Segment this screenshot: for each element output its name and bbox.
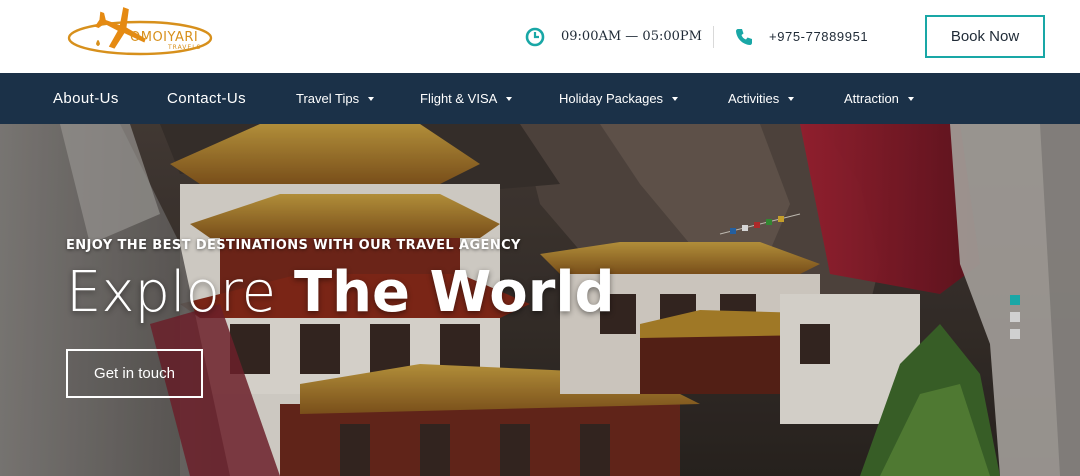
slider-dot[interactable] <box>1010 312 1020 322</box>
nav-item-attraction[interactable]: Attraction <box>844 73 914 124</box>
main-nav: About-Us Contact-Us Travel Tips Flight &… <box>0 73 1080 124</box>
clock-icon <box>525 27 545 47</box>
logo-subtext: TRAVELS <box>168 44 202 51</box>
nav-label: Attraction <box>844 91 899 106</box>
hero-slider: ENJOY THE BEST DESTINATIONS WITH OUR TRA… <box>0 124 1080 476</box>
caret-down-icon <box>506 96 513 101</box>
nav-item-contact-us[interactable]: Contact-Us <box>167 73 246 124</box>
logo-text: OMOIYARI <box>130 30 199 45</box>
nav-item-flight-visa[interactable]: Flight & VISA <box>420 73 513 124</box>
business-hours: 09:00AM — 05:00PM <box>561 29 702 44</box>
caret-down-icon <box>788 96 795 101</box>
hero-title: Explore The World <box>66 260 615 326</box>
nav-item-activities[interactable]: Activities <box>728 73 795 124</box>
hero-eyebrow: ENJOY THE BEST DESTINATIONS WITH OUR TRA… <box>66 238 521 253</box>
book-now-button[interactable]: Book Now <box>925 15 1045 58</box>
slider-dot-active[interactable] <box>1010 295 1020 305</box>
caret-down-icon <box>368 96 375 101</box>
top-header: OMOIYARI TRAVELS 09:00AM — 05:00PM +975-… <box>0 0 1080 73</box>
nav-item-travel-tips[interactable]: Travel Tips <box>296 73 375 124</box>
hero-title-bold: The World <box>293 260 615 325</box>
get-in-touch-button[interactable]: Get in touch <box>66 349 203 398</box>
nav-item-about-us[interactable]: About-Us <box>53 73 119 124</box>
nav-label: Flight & VISA <box>420 91 498 106</box>
nav-label: Holiday Packages <box>559 91 664 106</box>
site-logo[interactable]: OMOIYARI TRAVELS <box>66 6 214 60</box>
nav-label: About-Us <box>53 90 119 107</box>
header-divider <box>713 26 714 48</box>
caret-down-icon <box>907 96 914 101</box>
caret-down-icon <box>672 96 679 101</box>
phone-number[interactable]: +975-77889951 <box>769 29 868 44</box>
nav-label: Activities <box>728 91 780 106</box>
hero-title-light: Explore <box>66 260 277 325</box>
nav-label: Travel Tips <box>296 91 360 106</box>
nav-label: Contact-Us <box>167 90 247 107</box>
phone-icon <box>736 29 752 45</box>
slider-pagination <box>1010 295 1020 346</box>
slider-dot[interactable] <box>1010 329 1020 339</box>
nav-item-holiday-packages[interactable]: Holiday Packages <box>559 73 679 124</box>
